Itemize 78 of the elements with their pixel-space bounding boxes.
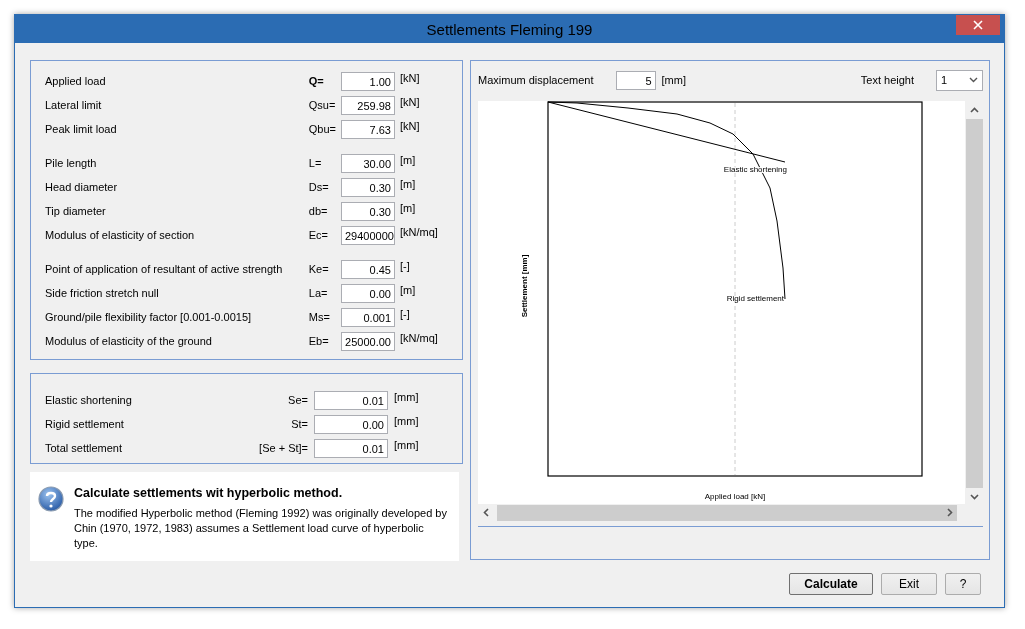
unit-label: [m] [400,284,416,296]
unit-label: [-] [400,308,410,320]
help-title: Calculate settlements wit hyperbolic method. [74,486,344,500]
input-field[interactable]: 30.00 [341,153,395,173]
field-label: Maximum displacement [478,74,594,86]
field-label: Modulus of elasticity of section [45,229,195,241]
unit-label: [kN] [400,96,420,108]
input-field[interactable]: 7.63 [341,119,395,139]
close-icon [973,20,983,30]
symbol-label: Se= [288,394,308,406]
unit-label: [m] [400,154,416,166]
close-button[interactable] [956,15,1000,35]
unit-label: [m] [400,202,416,214]
field-label: Pile length [45,157,97,169]
symbol-label: Qbu= [308,123,336,135]
symbol-label: La= [308,287,328,299]
unit-label: [kN] [400,72,420,84]
text-height-dropdown[interactable]: 1 [936,69,983,91]
input-field[interactable]: 0.00 [341,283,395,303]
unit-label: [kN/mq] [400,332,438,344]
symbol-label: Eb= [308,335,329,347]
unit-label: [kN/mq] [400,226,438,238]
input-field[interactable]: 5 [615,70,656,90]
symbol-label: Ec= [308,229,329,241]
dialog-button[interactable]: Calculate [789,573,873,595]
field-label: Ground/pile flexibility factor [0.001-0.0015] [45,311,252,323]
input-field[interactable]: 259.98 [341,95,395,115]
symbol-label: Q= [308,75,324,87]
unit-label: [mm] [394,439,419,451]
field-label: Modulus of elasticity of the ground [45,335,212,347]
window-title: Settlements Fleming 199 [426,20,593,38]
y-axis-label: Settlement [mm] [520,254,529,318]
input-field[interactable]: 1.00 [341,71,395,91]
symbol-label: Ms= [308,311,330,323]
help-text: The modified Hyperbolic method (Fleming 1992) was originally developed by Chin (1970, 1972, 1983) assumes a Settlement load curve of hyperbolic type. [74,506,448,551]
x-axis-label: Applied load [kN] [704,492,766,501]
caret-icon [969,77,978,83]
field-label: Lateral limit [45,99,102,111]
field-label: Side friction stretch null [45,287,159,299]
dialog-button[interactable]: ? [945,573,981,595]
curve-label: Rigid settlement [726,294,784,303]
scroll-right-icon[interactable] [947,508,953,517]
field-label: Total settlement [45,442,123,454]
field-label: Elastic shortening [45,394,132,406]
field-label: Tip diameter [45,205,106,217]
unit-label: [-] [400,260,410,272]
symbol-label: db= [308,205,328,217]
result-field[interactable]: 0.01 [314,390,388,410]
symbol-label: Ds= [308,181,329,193]
input-field[interactable]: 0.30 [341,201,395,221]
result-field[interactable]: 0.00 [314,414,388,434]
input-field[interactable]: 0.45 [341,259,395,279]
dialog-button[interactable]: Exit [881,573,937,595]
scroll-down-icon[interactable] [969,494,979,500]
field-label: Rigid settlement [45,418,124,430]
symbol-label: Ke= [308,263,329,275]
field-label: Applied load [45,75,106,87]
field-label: Text height [860,74,914,86]
field-label: Peak limit load [45,123,117,135]
unit-label: [kN] [400,120,420,132]
field-label: Head diameter [45,181,118,193]
input-field[interactable]: 25000.00 [341,331,395,351]
input-field[interactable]: 0.30 [341,177,395,197]
result-field[interactable]: 0.01 [314,438,388,458]
symbol-label: Qsu= [308,99,336,111]
help-icon [38,486,64,512]
input-field[interactable]: 0.001 [341,307,395,327]
symbol-label: L= [308,157,322,169]
symbol-label: [Se + St]= [259,442,308,454]
symbol-label: St= [291,418,308,430]
field-label: Point of application of resultant of active strength [45,263,283,275]
unit-label: [mm] [661,74,686,86]
unit-label: [mm] [394,415,419,427]
unit-label: [m] [400,178,416,190]
unit-label: [mm] [394,391,419,403]
input-field[interactable]: 29400000 [341,225,395,245]
scroll-up-icon[interactable] [969,107,979,113]
scroll-left-icon[interactable] [483,508,489,517]
